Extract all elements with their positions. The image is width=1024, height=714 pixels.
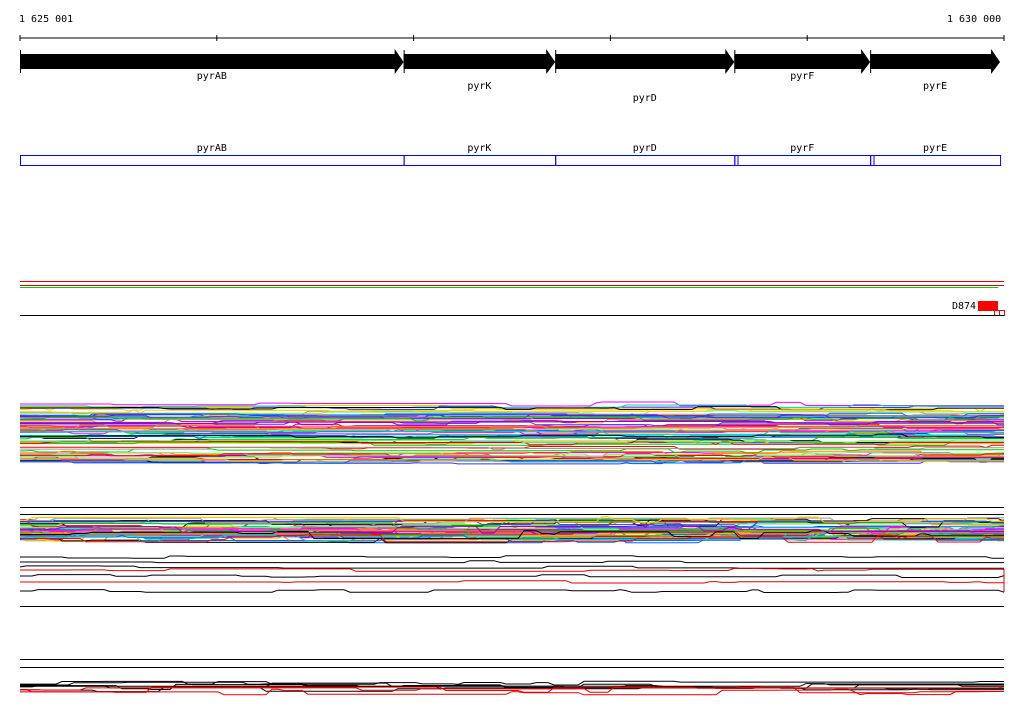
coverage-trace-black: [20, 589, 1005, 593]
annotation-label-pyrAB[interactable]: pyrAB: [197, 144, 227, 154]
feature-label-d874: D874: [952, 301, 977, 312]
coverage-trace-black: [20, 555, 1004, 559]
coverage-trace-black: [20, 574, 1005, 578]
coverage-trace-black: [20, 560, 1004, 564]
coverage-trace: [20, 401, 1004, 407]
annotation-label-pyrE[interactable]: pyrE: [923, 144, 947, 154]
gene-label-pyrK[interactable]: pyrK: [467, 82, 491, 92]
annotation-box-pyrD: [555, 155, 736, 166]
gene-arrow-pyrK: [403, 49, 556, 74]
coverage-trace-black: [19, 565, 1004, 569]
gene-arrow-pyrE: [870, 49, 1001, 74]
gene-label-pyrE[interactable]: pyrE: [923, 82, 947, 92]
gene-label-pyrAB[interactable]: pyrAB: [197, 72, 227, 82]
gene-label-pyrF[interactable]: pyrF: [790, 72, 814, 82]
genome-browser-canvas: [19, 35, 1005, 696]
annotation-label-pyrK[interactable]: pyrK: [467, 144, 491, 154]
annotation-box-pyrAB: [20, 155, 405, 166]
feature-small-box: [999, 310, 1005, 316]
annotation-box-pyrK: [403, 155, 557, 166]
feature-block-d874: [978, 301, 998, 311]
annotation-box-pyrF: [734, 155, 872, 166]
annotation-box-pyrE: [870, 155, 1002, 166]
gene-arrow-pyrD: [555, 49, 735, 74]
annotation-label-pyrF[interactable]: pyrF: [790, 144, 814, 154]
gene-label-pyrD[interactable]: pyrD: [633, 94, 657, 104]
annotation-label-pyrD[interactable]: pyrD: [633, 144, 657, 154]
feature-small-box: [994, 310, 1000, 316]
